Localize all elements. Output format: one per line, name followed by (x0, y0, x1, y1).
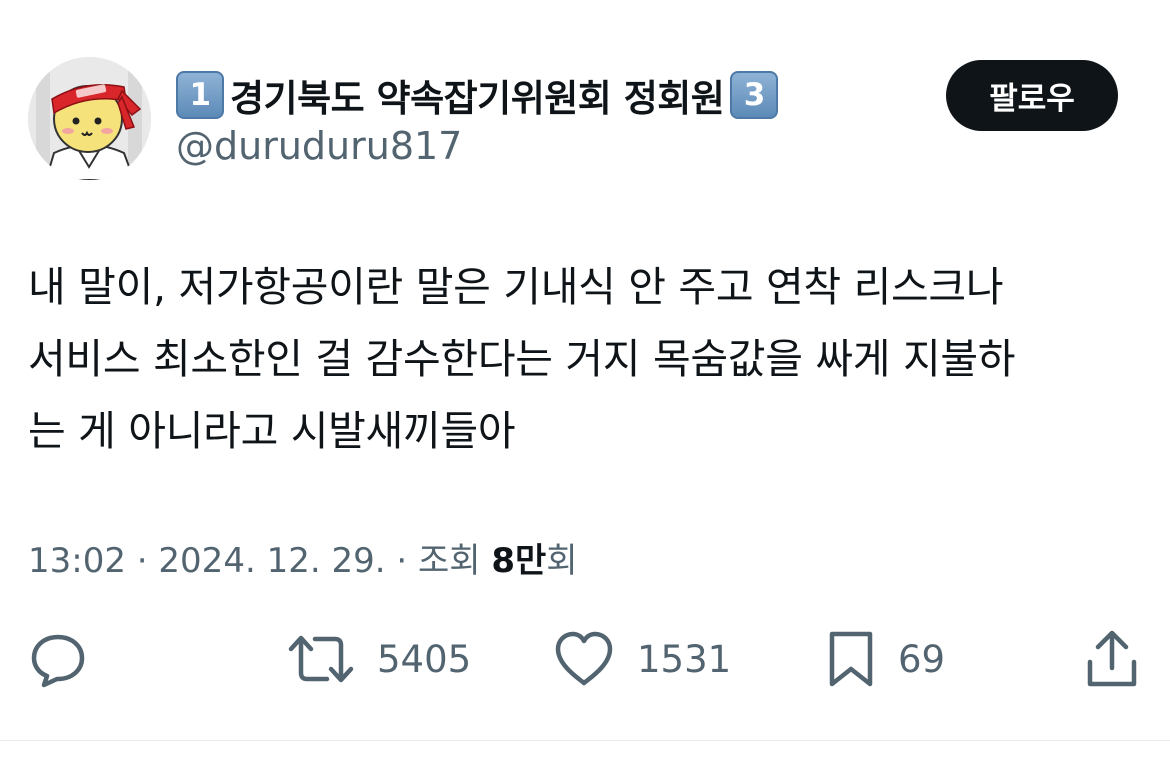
retweet-count: 5405 (377, 637, 472, 681)
keycap-one-icon: 1 (176, 71, 224, 119)
like-button[interactable]: 1531 (553, 626, 731, 692)
keycap-three-icon: 3 (730, 71, 779, 119)
author-handle[interactable]: @duruduru817 (176, 122, 462, 170)
bookmark-button[interactable]: 69 (826, 626, 945, 692)
author-display-name[interactable]: 1 경기북도 약속잡기위원회 정회원 3 (176, 66, 779, 124)
meta-separator: · (385, 541, 418, 581)
meta-separator: · (125, 541, 159, 581)
avatar-icon (28, 57, 151, 180)
retweet-button[interactable]: 5405 (287, 626, 471, 692)
tweet-meta: 13:02 · 2024. 12. 29. · 조회 8만회 (28, 536, 578, 586)
bookmark-count: 69 (898, 637, 946, 681)
tweet-text: 내 말이, 저가항공이란 말은 기내식 안 주고 연착 리스크나 서비스 최소한… (28, 251, 1148, 467)
tweet-text-line: 는 게 아니라고 시발새끼들아 (28, 407, 516, 455)
reply-button[interactable] (28, 626, 88, 692)
tweet-text-line: 서비스 최소한인 걸 감수한다는 거지 목숨값을 싸게 지불하 (28, 335, 1016, 383)
follow-button[interactable]: 팔로우 (946, 60, 1118, 131)
views-count: 8만 (491, 541, 547, 581)
author-name-text: 경기북도 약속잡기위원회 정회원 (230, 77, 725, 120)
share-button[interactable] (1084, 626, 1140, 692)
views-unit: 회 (546, 541, 578, 581)
like-count: 1531 (637, 637, 732, 681)
views-label: 조회 (417, 541, 481, 581)
tweet-text-line: 내 말이, 저가항공이란 말은 기내식 안 주고 연착 리스크나 (28, 263, 1004, 311)
share-icon (1087, 630, 1137, 687)
retweet-icon (288, 635, 354, 683)
reply-icon (31, 634, 85, 688)
tweet-time[interactable]: 13:02 (28, 541, 126, 581)
divider (0, 740, 1170, 741)
heart-icon (555, 631, 613, 686)
avatar[interactable] (28, 57, 151, 180)
bookmark-icon (829, 631, 873, 687)
tweet-date[interactable]: 2024. 12. 29. (158, 541, 385, 581)
